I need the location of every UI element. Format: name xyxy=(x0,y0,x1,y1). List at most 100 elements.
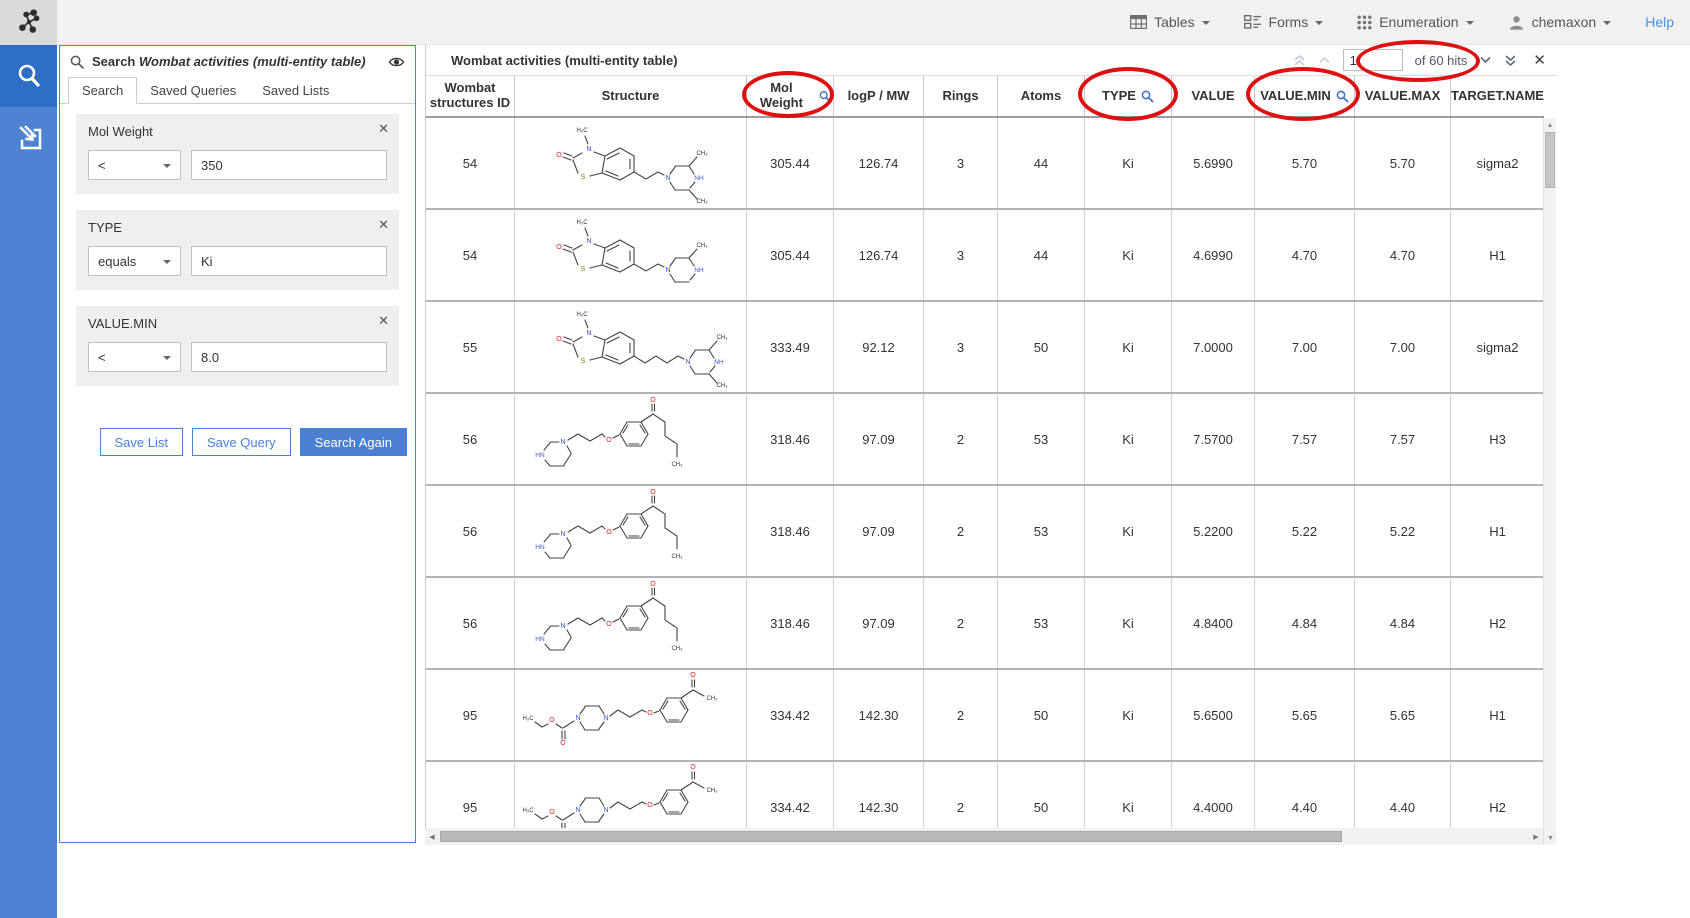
visibility-toggle[interactable] xyxy=(388,56,405,68)
filter-value-input[interactable] xyxy=(191,246,387,276)
column-header-structure[interactable]: Structure xyxy=(514,76,746,116)
filter-operator-value: < xyxy=(98,350,106,365)
scroll-down-arrow[interactable]: ▼ xyxy=(1544,831,1557,845)
first-page-button[interactable] xyxy=(1293,55,1306,66)
table-row[interactable]: 56NHNOOCH₃318.4697.09253Ki4.84004.844.84… xyxy=(426,578,1544,670)
forms-menu[interactable]: Forms xyxy=(1244,14,1324,30)
svg-text:N: N xyxy=(586,330,591,337)
cell-mol-weight: 305.44 xyxy=(746,118,833,208)
tab-search[interactable]: Search xyxy=(68,77,137,104)
cell-target-name: sigma2 xyxy=(1450,118,1544,208)
cell-atoms: 44 xyxy=(997,118,1084,208)
last-page-button[interactable] xyxy=(1504,55,1517,66)
svg-text:N: N xyxy=(603,715,608,722)
svg-text:H₃C: H₃C xyxy=(522,716,534,722)
column-header-label: TARGET.NAME xyxy=(1451,89,1544,104)
cell-logp-mw: 97.09 xyxy=(833,578,923,668)
cell-rings: 3 xyxy=(923,302,997,392)
scroll-up-arrow[interactable]: ▲ xyxy=(1544,118,1556,132)
scroll-left-arrow[interactable]: ◀ xyxy=(425,833,439,841)
filter-value-input[interactable] xyxy=(191,150,387,180)
filter-operator-select[interactable]: < xyxy=(88,342,181,372)
save-query-button[interactable]: Save Query xyxy=(192,428,291,456)
filter-label: Mol Weight xyxy=(88,124,387,139)
svg-text:CH₃: CH₃ xyxy=(671,462,683,468)
help-link[interactable]: Help xyxy=(1645,14,1674,30)
column-header-value[interactable]: VALUE xyxy=(1171,76,1254,116)
next-page-button[interactable] xyxy=(1479,56,1492,64)
filter-remove-icon[interactable]: ✕ xyxy=(378,121,389,137)
results-table-area: Wombat activities (multi-entity table) o… xyxy=(425,45,1556,845)
cell-structure: NHNOOCH₃ xyxy=(514,394,746,484)
tables-menu-label: Tables xyxy=(1154,14,1194,30)
cell-type: Ki xyxy=(1084,486,1171,576)
column-header-rings[interactable]: Rings xyxy=(923,76,997,116)
cell-target-name: H1 xyxy=(1450,486,1544,576)
cell-mol-weight: 318.46 xyxy=(746,394,833,484)
cell-value: 7.5700 xyxy=(1171,394,1254,484)
column-header-atoms[interactable]: Atoms xyxy=(997,76,1084,116)
page-number-input[interactable] xyxy=(1343,49,1403,71)
previous-page-button[interactable] xyxy=(1318,56,1331,64)
cell-value: 4.4000 xyxy=(1171,762,1254,828)
svg-text:HN: HN xyxy=(535,544,545,551)
cell-value-max: 7.57 xyxy=(1354,394,1450,484)
column-header-label: Structure xyxy=(602,89,660,104)
save-list-button[interactable]: Save List xyxy=(100,428,183,456)
search-nav-button[interactable] xyxy=(0,45,57,107)
chemaxon-logo[interactable] xyxy=(0,0,57,45)
horizontal-scroll-thumb[interactable] xyxy=(440,831,1342,842)
svg-text:CH₃: CH₃ xyxy=(696,243,708,249)
horizontal-scrollbar[interactable]: ◀ ▶ xyxy=(425,828,1543,845)
table-row[interactable]: 56NHNOOCH₃318.4697.09253Ki5.22005.225.22… xyxy=(426,486,1544,578)
table-title: Wombat activities (multi-entity table) xyxy=(451,53,678,68)
table-row[interactable]: 55NSOH₃CNNHCH₃CH₃333.4992.12350Ki7.00007… xyxy=(426,302,1544,394)
column-header-value-min[interactable]: VALUE.MIN xyxy=(1254,76,1354,116)
svg-text:O: O xyxy=(650,581,656,588)
table-row[interactable]: 54NSOH₃CNNHCH₃CH₃305.44126.74344Ki5.6990… xyxy=(426,118,1544,210)
vertical-scrollbar[interactable]: ▲ ▼ xyxy=(1543,118,1556,845)
svg-text:O: O xyxy=(556,244,562,251)
close-table-icon[interactable]: ✕ xyxy=(1533,51,1546,69)
search-title-prefix: Search xyxy=(92,54,135,69)
user-menu[interactable]: chemaxon xyxy=(1508,14,1612,30)
column-header-logp-mw[interactable]: logP / MW xyxy=(833,76,923,116)
tab-saved-queries[interactable]: Saved Queries xyxy=(137,78,249,103)
search-again-button[interactable]: Search Again xyxy=(300,428,407,456)
chevron-down-icon xyxy=(1202,21,1210,25)
import-nav-button[interactable] xyxy=(0,107,57,169)
cell-value-max: 7.00 xyxy=(1354,302,1450,392)
scroll-right-arrow[interactable]: ▶ xyxy=(1529,833,1543,841)
cell-rings: 2 xyxy=(923,578,997,668)
table-row[interactable]: 54NSOH₃CNNHCH₃305.44126.74344Ki4.69904.7… xyxy=(426,210,1544,302)
chevron-up-icon xyxy=(1318,56,1331,64)
vertical-scroll-thumb[interactable] xyxy=(1545,132,1555,188)
column-header-target-name[interactable]: TARGET.NAME xyxy=(1450,76,1544,116)
column-header-wombat-structures-id[interactable]: Wombat structures ID xyxy=(426,76,514,116)
filter-controls: equals xyxy=(88,246,387,276)
table-row[interactable]: 56NHNOOCH₃318.4697.09253Ki7.57007.577.57… xyxy=(426,394,1544,486)
filter-value-input[interactable] xyxy=(191,342,387,372)
cell-value-max: 5.70 xyxy=(1354,118,1450,208)
filter-operator-select[interactable]: equals xyxy=(88,246,181,276)
svg-text:O: O xyxy=(647,802,653,809)
filter-remove-icon[interactable]: ✕ xyxy=(378,313,389,329)
cell-logp-mw: 92.12 xyxy=(833,302,923,392)
chevron-down-icon xyxy=(1603,21,1611,25)
filter-operator-select[interactable]: < xyxy=(88,150,181,180)
cell-target-name: sigma2 xyxy=(1450,302,1544,392)
column-header-value-max[interactable]: VALUE.MAX xyxy=(1354,76,1450,116)
cell-logp-mw: 97.09 xyxy=(833,394,923,484)
enumeration-icon xyxy=(1357,15,1372,30)
table-row[interactable]: 95H₃COONNOOCH₃334.42142.30250Ki4.40004.4… xyxy=(426,762,1544,828)
table-row[interactable]: 95H₃COONNOOCH₃334.42142.30250Ki5.65005.6… xyxy=(426,670,1544,762)
cell-target-name: H2 xyxy=(1450,578,1544,668)
column-header-type[interactable]: TYPE xyxy=(1084,76,1171,116)
filter-remove-icon[interactable]: ✕ xyxy=(378,217,389,233)
cell-target-name: H3 xyxy=(1450,394,1544,484)
tables-menu[interactable]: Tables xyxy=(1130,14,1209,30)
svg-text:CH₃: CH₃ xyxy=(706,788,718,794)
tab-saved-lists[interactable]: Saved Lists xyxy=(249,78,342,103)
enumeration-menu[interactable]: Enumeration xyxy=(1357,14,1473,30)
column-header-mol-weight[interactable]: Mol Weight xyxy=(746,76,833,116)
